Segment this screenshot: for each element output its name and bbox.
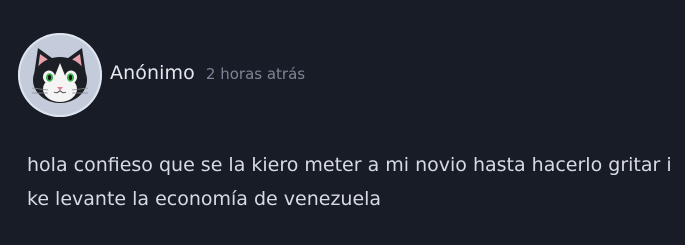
post-header: Anónimo 2 horas atrás (110, 62, 305, 88)
post-timestamp: 2 horas atrás (205, 65, 306, 83)
avatar[interactable] (18, 33, 102, 117)
confession-post: Anónimo 2 horas atrás hola confieso que … (0, 0, 685, 245)
post-message: hola confieso que se la kiero meter a mi… (27, 154, 672, 210)
cat-avatar-icon (31, 48, 89, 103)
author-name[interactable]: Anónimo (110, 62, 195, 84)
